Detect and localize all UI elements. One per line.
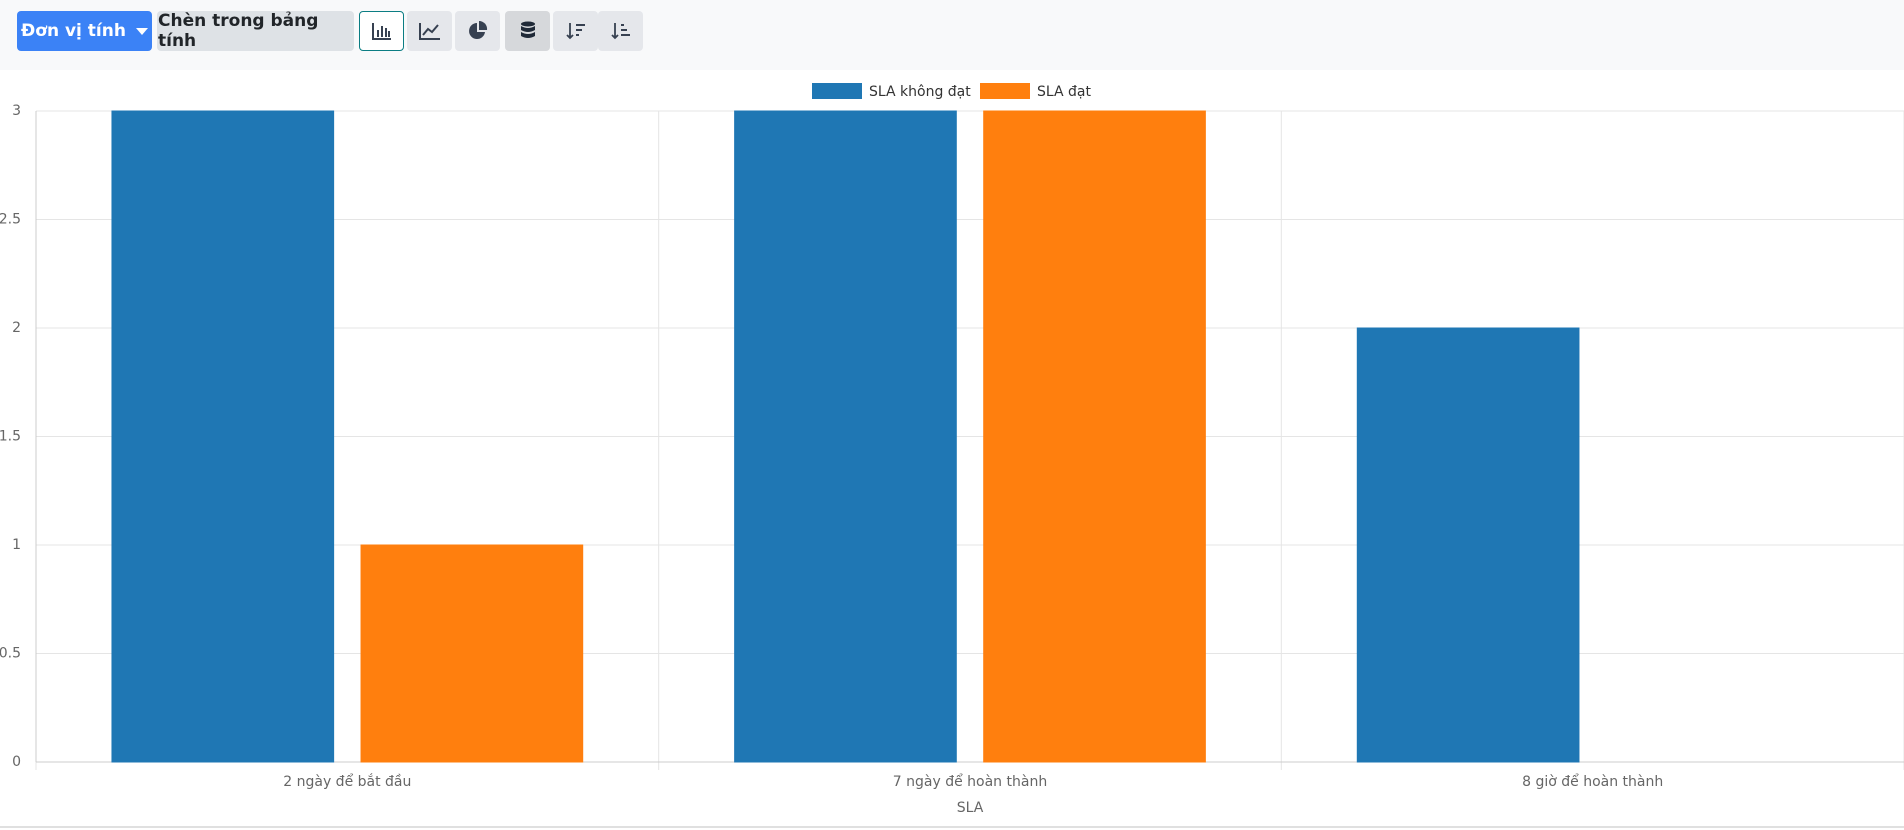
bar-series-2 [360, 544, 584, 763]
bar-series-1 [111, 110, 335, 763]
chart-area: 0 0.5 1 1.5 2 2.5 3 2 ngày để bắt đầu 7 ngày để … [0, 70, 1904, 830]
measure-dropdown-button[interactable]: Đơn vị tính [17, 11, 152, 51]
legend-swatch-series-1 [812, 83, 862, 99]
legend-label-series-1: SLA không đạt [869, 84, 971, 100]
insert-in-spreadsheet-button[interactable]: Chèn trong bảng tính [157, 11, 354, 51]
stacked-button[interactable] [505, 11, 550, 51]
caret-down-icon [135, 27, 148, 35]
pie-chart-button[interactable] [455, 11, 500, 51]
bar-series-1 [734, 110, 957, 763]
line-chart-button[interactable] [407, 11, 452, 51]
chart-toolbar: Đơn vị tính Chèn trong bảng tính [0, 0, 1904, 70]
database-stack-icon [520, 21, 536, 41]
legend-label-series-2: SLA đạt [1037, 84, 1092, 100]
legend-swatch-series-2 [980, 83, 1030, 99]
bar-chart: 0 0.5 1 1.5 2 2.5 3 2 ngày để bắt đầu 7 ngày để … [0, 83, 1904, 816]
y-tick-label: 3 [12, 103, 21, 119]
bar-chart-icon [371, 22, 392, 40]
bar-series-1 [1356, 327, 1580, 763]
x-tick-label: 2 ngày để bắt đầu [283, 773, 411, 790]
x-tick-label: 8 giờ để hoàn thành [1522, 773, 1663, 790]
y-tick-label: 1.5 [0, 429, 21, 445]
sort-descending-button[interactable] [553, 11, 598, 51]
x-axis-title: SLA [957, 800, 984, 816]
sort-ascending-icon [610, 21, 631, 41]
pie-chart-icon [468, 21, 488, 41]
y-tick-label: 2.5 [0, 212, 21, 228]
x-tick-label: 7 ngày để hoàn thành [893, 773, 1047, 790]
measure-dropdown-label: Đơn vị tính [21, 21, 126, 41]
y-tick-label: 2 [12, 320, 21, 336]
bar-chart-button[interactable] [359, 11, 404, 51]
sort-descending-icon [565, 21, 586, 41]
y-tick-label: 0.5 [0, 646, 21, 662]
insert-in-spreadsheet-label: Chèn trong bảng tính [158, 11, 319, 51]
sort-ascending-button[interactable] [598, 11, 643, 51]
y-tick-label: 0 [12, 754, 21, 770]
divider [0, 826, 1904, 828]
bar-series-2 [983, 110, 1206, 763]
line-chart-icon [418, 22, 441, 40]
y-tick-label: 1 [12, 537, 21, 553]
